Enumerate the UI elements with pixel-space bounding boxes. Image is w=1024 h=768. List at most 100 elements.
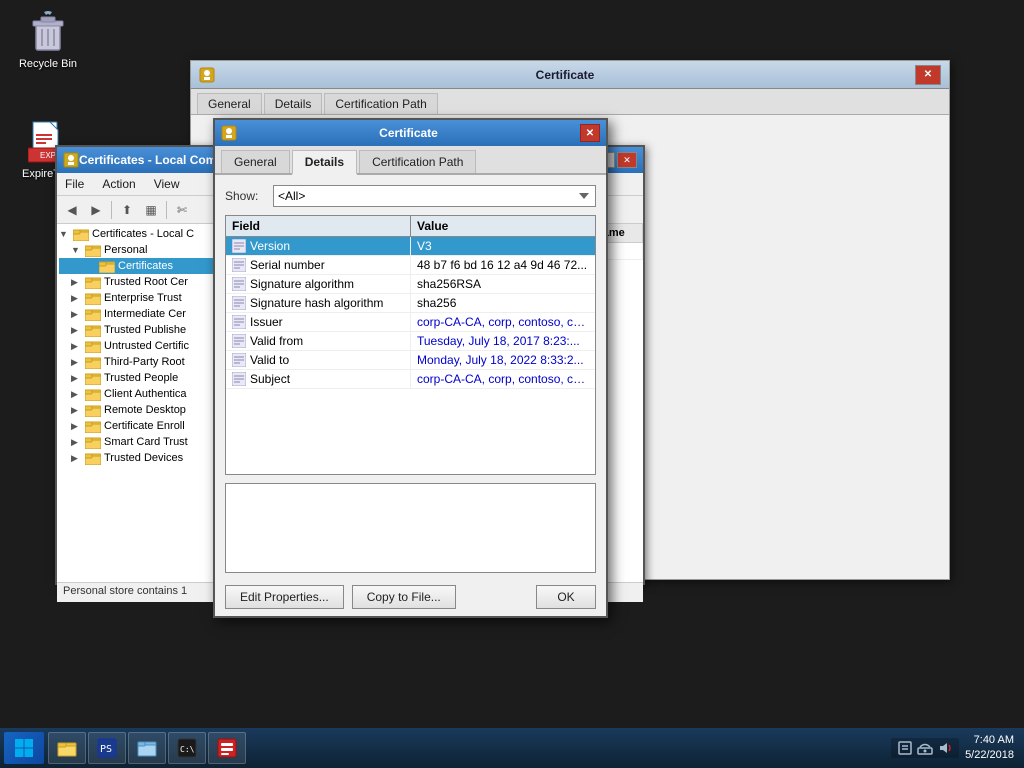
- cert-table-row-4[interactable]: Issuer corp-CA-CA, corp, contoso, com: [226, 313, 595, 332]
- ok-btn[interactable]: OK: [536, 585, 596, 609]
- recycle-bin-label: Recycle Bin: [19, 58, 77, 70]
- tree-folder-icon-smart-card: [85, 435, 101, 449]
- tree-expand-trusted-root[interactable]: ▶: [71, 277, 85, 288]
- tree-label-trusted-devices: Trusted Devices: [104, 452, 183, 464]
- network-icon[interactable]: [917, 740, 933, 756]
- cert-value-7: corp-CA-CA, corp, contoso, com: [411, 370, 595, 388]
- tree-expand-smart-card[interactable]: ▶: [71, 437, 85, 448]
- cert-value-6: Monday, July 18, 2022 8:33:2...: [411, 351, 595, 369]
- taskbar-item-cmd[interactable]: C:\: [168, 732, 206, 764]
- cert-table-body: Version V3 Serial number: [226, 237, 595, 474]
- cert-window-bg-tab-details[interactable]: Details: [264, 93, 323, 114]
- taskbar-item-tools[interactable]: [208, 732, 246, 764]
- menu-file[interactable]: File: [61, 175, 88, 193]
- cert-field-icon-3: [232, 296, 246, 310]
- tree-expand-enterprise[interactable]: ▶: [71, 293, 85, 304]
- cert-table-row-1[interactable]: Serial number 48 b7 f6 bd 16 12 a4 9d 46…: [226, 256, 595, 275]
- cert-table-row-0[interactable]: Version V3: [226, 237, 595, 256]
- cert-window-bg-tab-general[interactable]: General: [197, 93, 262, 114]
- tree-expand-intermediate[interactable]: ▶: [71, 309, 85, 320]
- cert-window-bg-controls: ✕: [915, 65, 941, 85]
- cert-dialog-icon: [221, 125, 237, 141]
- tree-expand-trusted-people[interactable]: ▶: [71, 373, 85, 384]
- taskbar-item-explorer[interactable]: [48, 732, 86, 764]
- cert-table-row-2[interactable]: Signature algorithm sha256RSA: [226, 275, 595, 294]
- cert-field-label-1: Serial number: [250, 258, 325, 272]
- tree-folder-icon-cert-enroll: [85, 419, 101, 433]
- copy-to-file-btn[interactable]: Copy to File...: [352, 585, 456, 609]
- tree-label-enterprise: Enterprise Trust: [104, 292, 182, 304]
- tree-label-smart-card: Smart Card Trust: [104, 436, 188, 448]
- menu-action[interactable]: Action: [98, 175, 139, 193]
- system-clock[interactable]: 7:40 AM 5/22/2018: [965, 733, 1014, 764]
- mmc-status-text: Personal store contains 1: [63, 585, 187, 597]
- cert-field-5: Valid from: [226, 332, 411, 350]
- tree-label-untrusted: Untrusted Certific: [104, 340, 189, 352]
- cert-table-row-7[interactable]: Subject corp-CA-CA, corp, contoso, com: [226, 370, 595, 389]
- cert-field-icon-0: [232, 239, 246, 253]
- cert-field-icon-4: [232, 315, 246, 329]
- cmd-icon: C:\: [177, 738, 197, 758]
- cert-window-bg-title: Certificate: [215, 68, 915, 82]
- cert-dialog-close-btn[interactable]: ✕: [580, 124, 600, 142]
- cert-field-1: Serial number: [226, 256, 411, 274]
- toolbar-cut-btn[interactable]: ✄: [171, 199, 193, 221]
- tree-expand-third-party[interactable]: ▶: [71, 357, 85, 368]
- cert-table-header: Field Value: [226, 216, 595, 237]
- cert-table-row-3[interactable]: Signature hash algorithm sha256: [226, 294, 595, 313]
- start-button[interactable]: [4, 732, 44, 764]
- edit-properties-btn[interactable]: Edit Properties...: [225, 585, 344, 609]
- toolbar-show-btn[interactable]: ▦: [140, 199, 162, 221]
- show-select[interactable]: <All>: [273, 185, 596, 207]
- action-center-icon[interactable]: [897, 740, 913, 756]
- toolbar-back-btn[interactable]: ◀: [61, 199, 83, 221]
- tree-expand-trusted-devices[interactable]: ▶: [71, 453, 85, 464]
- cert-window-bg-tab-certpath[interactable]: Certification Path: [324, 93, 437, 114]
- explorer-icon: [57, 738, 77, 758]
- cert-value-2: sha256RSA: [411, 275, 595, 293]
- volume-icon[interactable]: [937, 740, 953, 756]
- cert-field-2: Signature algorithm: [226, 275, 411, 293]
- cert-tab-general[interactable]: General: [221, 150, 290, 173]
- tree-expand-certs[interactable]: ▼: [59, 229, 73, 239]
- toolbar-sep2: [166, 201, 167, 219]
- menu-view[interactable]: View: [150, 175, 184, 193]
- tree-expand-client-auth[interactable]: ▶: [71, 389, 85, 400]
- cert-field-label-5: Valid from: [250, 334, 303, 348]
- svg-text:PS: PS: [100, 744, 112, 755]
- tree-label-intermediate: Intermediate Cer: [104, 308, 186, 320]
- tree-folder-icon-personal: [85, 243, 101, 257]
- cert-window-bg-titlebar: Certificate ✕: [191, 61, 949, 89]
- cert-value-4: corp-CA-CA, corp, contoso, com: [411, 313, 595, 331]
- tree-label-third-party: Third-Party Root: [104, 356, 185, 368]
- cert-tab-certpath[interactable]: Certification Path: [359, 150, 476, 173]
- recycle-bin-icon[interactable]: Recycle Bin: [18, 10, 78, 70]
- filemanager-icon: [137, 738, 157, 758]
- tree-label-trusted-pub: Trusted Publishe: [104, 324, 186, 336]
- cert-dialog-title-text: Certificate: [237, 126, 580, 140]
- tree-expand-cert-enroll[interactable]: ▶: [71, 421, 85, 432]
- tree-expand-untrusted[interactable]: ▶: [71, 341, 85, 352]
- toolbar-forward-btn[interactable]: ▶: [85, 199, 107, 221]
- cert-tab-details[interactable]: Details: [292, 150, 357, 175]
- tree-expand-trusted-pub[interactable]: ▶: [71, 325, 85, 336]
- tree-label-trusted-people: Trusted People: [104, 372, 178, 384]
- cert-icon: [199, 67, 215, 83]
- tree-expand-personal[interactable]: ▼: [71, 245, 85, 255]
- tree-expand-remote[interactable]: ▶: [71, 405, 85, 416]
- tree-folder-icon-remote: [85, 403, 101, 417]
- taskbar-item-filemanager[interactable]: [128, 732, 166, 764]
- toolbar-up-btn[interactable]: ⬆: [116, 199, 138, 221]
- tree-folder-icon-trusted-devices: [85, 451, 101, 465]
- cert-table-row-6[interactable]: Valid to Monday, July 18, 2022 8:33:2...: [226, 351, 595, 370]
- cert-dialog-body: Show: <All> Field Value: [215, 175, 606, 591]
- mmc-close-btn[interactable]: ✕: [617, 152, 637, 168]
- mmc-icon: [63, 152, 79, 168]
- taskbar-item-powershell[interactable]: PS: [88, 732, 126, 764]
- tree-folder-icon-certs-folder: [99, 259, 115, 273]
- cert-table-row-5[interactable]: Valid from Tuesday, July 18, 2017 8:23:.…: [226, 332, 595, 351]
- cert-table-container: Field Value Version: [225, 215, 596, 475]
- show-row: Show: <All>: [225, 185, 596, 207]
- cert-window-bg-close-btn[interactable]: ✕: [915, 65, 941, 85]
- tree-label-remote: Remote Desktop: [104, 404, 186, 416]
